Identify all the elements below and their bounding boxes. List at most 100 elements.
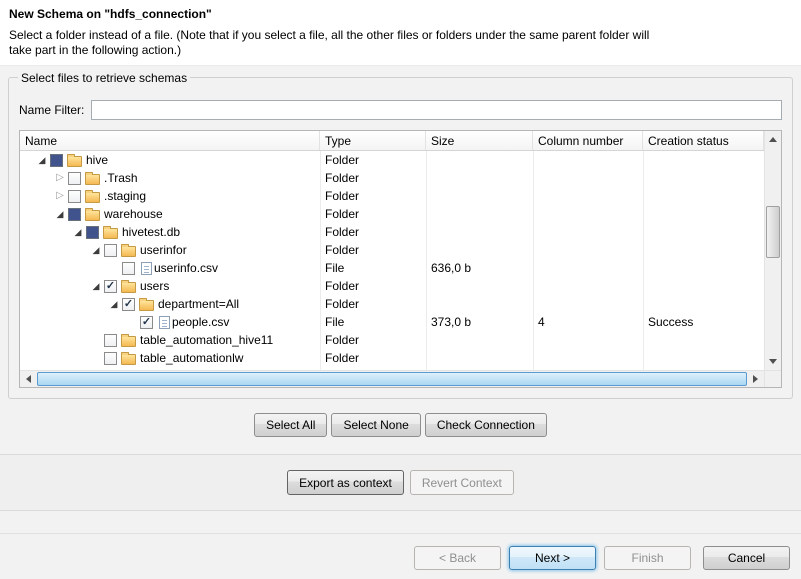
scroll-down-button[interactable] bbox=[765, 353, 781, 370]
name-filter-row: Name Filter: bbox=[19, 100, 782, 120]
row-checkbox[interactable]: ✓ bbox=[122, 298, 135, 311]
tree-indent bbox=[34, 250, 88, 251]
row-checkbox[interactable] bbox=[50, 154, 63, 167]
select-none-button[interactable]: Select None bbox=[331, 413, 420, 437]
select-all-button[interactable]: Select All bbox=[254, 413, 327, 437]
row-checkbox[interactable] bbox=[68, 190, 81, 203]
table-row[interactable]: userinfo.csv File 636,0 b bbox=[20, 259, 764, 277]
row-size: 373,0 b bbox=[426, 315, 533, 329]
folder-icon bbox=[85, 192, 100, 203]
cancel-button[interactable]: Cancel bbox=[703, 546, 790, 570]
row-name-cell: ▷ .Trash bbox=[20, 169, 320, 187]
row-name: hive bbox=[86, 153, 108, 167]
table-row[interactable]: table_automationlw Folder bbox=[20, 349, 764, 367]
tree-indent bbox=[34, 286, 88, 287]
expander-icon[interactable]: ◢ bbox=[52, 205, 68, 223]
page-title: New Schema on "hdfs_connection" bbox=[9, 7, 789, 21]
folder-icon bbox=[121, 354, 136, 365]
row-name: userinfo.csv bbox=[154, 261, 218, 275]
row-checkbox[interactable] bbox=[122, 262, 135, 275]
column-header[interactable]: Type bbox=[320, 131, 426, 150]
vertical-scroll-thumb[interactable] bbox=[766, 206, 780, 258]
row-checkbox[interactable] bbox=[104, 244, 117, 257]
tree-indent bbox=[34, 340, 88, 341]
row-type: Folder bbox=[320, 333, 426, 347]
tree-table-body[interactable]: ◢ hive Folder ▷ .Trash Folder ▷ .staging bbox=[20, 151, 764, 370]
schemas-groupbox: Select files to retrieve schemas Name Fi… bbox=[8, 77, 793, 399]
table-main: Name Type Size Column number Creation st… bbox=[20, 131, 764, 387]
row-checkbox[interactable] bbox=[104, 334, 117, 347]
row-checkbox[interactable] bbox=[68, 208, 81, 221]
tree-indent bbox=[34, 358, 88, 359]
row-name-cell: ◢ ✓ department=All bbox=[20, 295, 320, 313]
row-checkbox[interactable] bbox=[104, 352, 117, 365]
table-row[interactable]: ◢ hivetest.db Folder bbox=[20, 223, 764, 241]
scrollbar-corner bbox=[765, 370, 781, 387]
name-filter-input[interactable] bbox=[91, 100, 782, 120]
column-header-label: Name bbox=[25, 134, 57, 148]
table-row[interactable]: ▷ .Trash Folder bbox=[20, 169, 764, 187]
row-checkbox[interactable] bbox=[86, 226, 99, 239]
row-name: warehouse bbox=[104, 207, 163, 221]
expander-icon[interactable]: ◢ bbox=[88, 277, 104, 295]
row-checkbox[interactable]: ✓ bbox=[140, 316, 153, 329]
expander-icon[interactable]: ▷ bbox=[52, 187, 68, 205]
file-icon bbox=[141, 262, 152, 275]
table-row[interactable]: ◢ warehouse Folder bbox=[20, 205, 764, 223]
tree-indent bbox=[34, 232, 70, 233]
row-size: 636,0 b bbox=[426, 261, 533, 275]
expander-icon[interactable]: ◢ bbox=[106, 295, 122, 313]
check-connection-button[interactable]: Check Connection bbox=[425, 413, 547, 437]
folder-icon bbox=[121, 336, 136, 347]
row-name-cell: ✓ people.csv bbox=[20, 315, 320, 329]
row-name-cell: userinfo.csv bbox=[20, 261, 320, 275]
expander-icon[interactable]: ◢ bbox=[88, 241, 104, 259]
row-checkbox[interactable]: ✓ bbox=[104, 280, 117, 293]
row-checkbox[interactable] bbox=[68, 172, 81, 185]
row-type: Folder bbox=[320, 171, 426, 185]
row-name-cell: table_automation_hive11 bbox=[20, 333, 320, 347]
table-row[interactable]: ◢ ✓ department=All Folder bbox=[20, 295, 764, 313]
folder-icon bbox=[139, 300, 154, 311]
tree-indent bbox=[34, 214, 52, 215]
description-line-2: take part in the following action.) bbox=[9, 43, 789, 58]
row-type: Folder bbox=[320, 297, 426, 311]
table-right-column bbox=[764, 131, 781, 387]
column-header[interactable]: Size bbox=[426, 131, 533, 150]
row-type: Folder bbox=[320, 351, 426, 365]
column-header[interactable]: Creation status bbox=[643, 131, 764, 150]
table-row[interactable]: ◢ userinfor Folder bbox=[20, 241, 764, 259]
vertical-scrollbar[interactable] bbox=[765, 131, 781, 370]
row-type: Folder bbox=[320, 207, 426, 221]
horizontal-scroll-thumb[interactable] bbox=[37, 372, 747, 386]
next-button[interactable]: Next > bbox=[509, 546, 596, 570]
column-header-label: Creation status bbox=[648, 134, 729, 148]
export-as-context-button[interactable]: Export as context bbox=[287, 470, 404, 495]
table-row[interactable]: ◢ ✓ users Folder bbox=[20, 277, 764, 295]
row-name: table_automation_hive11 bbox=[140, 333, 273, 347]
row-type: Folder bbox=[320, 153, 426, 167]
row-column-number: 4 bbox=[533, 315, 643, 329]
scroll-left-button[interactable] bbox=[20, 371, 37, 387]
scroll-right-button[interactable] bbox=[747, 371, 764, 387]
table-row[interactable]: table_automation_hive11 Folder bbox=[20, 331, 764, 349]
column-header[interactable]: Name bbox=[20, 131, 320, 150]
expander-icon[interactable]: ▷ bbox=[52, 169, 68, 187]
column-header[interactable]: Column number bbox=[533, 131, 643, 150]
expander-icon[interactable]: ◢ bbox=[34, 151, 50, 169]
row-name: people.csv bbox=[172, 315, 229, 329]
row-name-cell: ◢ ✓ users bbox=[20, 277, 320, 295]
schema-tree-table: Name Type Size Column number Creation st… bbox=[19, 130, 782, 388]
table-row[interactable]: ▷ .staging Folder bbox=[20, 187, 764, 205]
scroll-up-icon bbox=[769, 137, 777, 142]
row-name: table_automationlw bbox=[140, 351, 243, 365]
row-name: userinfor bbox=[140, 243, 187, 257]
column-header-label: Column number bbox=[538, 134, 623, 148]
scroll-up-button[interactable] bbox=[765, 131, 781, 148]
table-row[interactable]: ✓ people.csv File 373,0 b 4 Success bbox=[20, 313, 764, 331]
table-row[interactable]: ◢ hive Folder bbox=[20, 151, 764, 169]
page-description: Select a folder instead of a file. (Note… bbox=[9, 28, 789, 58]
expander-icon[interactable]: ◢ bbox=[70, 223, 86, 241]
vertical-scroll-track[interactable] bbox=[765, 148, 781, 353]
horizontal-scrollbar[interactable] bbox=[20, 370, 764, 387]
